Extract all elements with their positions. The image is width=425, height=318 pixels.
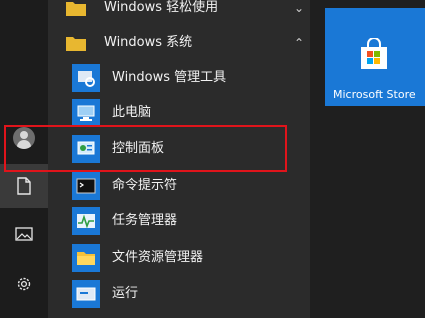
admin-tools-icon [72, 64, 100, 92]
chevron-up-icon: ⌃ [293, 36, 304, 50]
app-label: 命令提示符 [112, 178, 178, 193]
app-windows-admin-tools[interactable]: Windows 管理工具 [48, 60, 310, 96]
run-icon [72, 280, 100, 308]
document-icon [17, 177, 31, 195]
folder-windows-system[interactable]: Windows 系统 ⌃ [48, 25, 310, 61]
settings-button[interactable] [0, 262, 48, 306]
app-label: Windows 管理工具 [112, 70, 227, 85]
chevron-down-icon: ⌄ [293, 1, 304, 15]
folder-icon [62, 0, 90, 22]
folder-windows-ease-of-access[interactable]: Windows 轻松使用 ⌄ [48, 0, 310, 26]
app-file-explorer[interactable]: 文件资源管理器 [48, 240, 310, 276]
folder-label: Windows 系统 [104, 35, 193, 50]
app-label: 运行 [112, 286, 139, 301]
settings-icon [17, 277, 31, 291]
this-pc-icon [72, 99, 100, 127]
highlight-box [4, 125, 287, 172]
tiles-area: Microsoft Store [310, 0, 425, 318]
command-prompt-icon [72, 172, 100, 200]
folder-icon [62, 29, 90, 57]
app-run[interactable]: 运行 [48, 276, 310, 312]
task-manager-icon [72, 207, 100, 235]
app-task-manager[interactable]: 任务管理器 [48, 203, 310, 239]
microsoft-store-tile[interactable]: Microsoft Store [325, 8, 425, 106]
folder-label: Windows 轻松使用 [104, 0, 219, 15]
pictures-button[interactable] [0, 212, 48, 256]
pictures-icon [15, 227, 33, 241]
tile-label: Microsoft Store [333, 88, 416, 101]
file-explorer-icon [72, 244, 100, 272]
app-command-prompt[interactable]: 命令提示符 [48, 168, 310, 204]
app-label: 文件资源管理器 [112, 250, 204, 265]
app-label: 任务管理器 [112, 213, 178, 228]
store-bag-icon [361, 38, 387, 69]
